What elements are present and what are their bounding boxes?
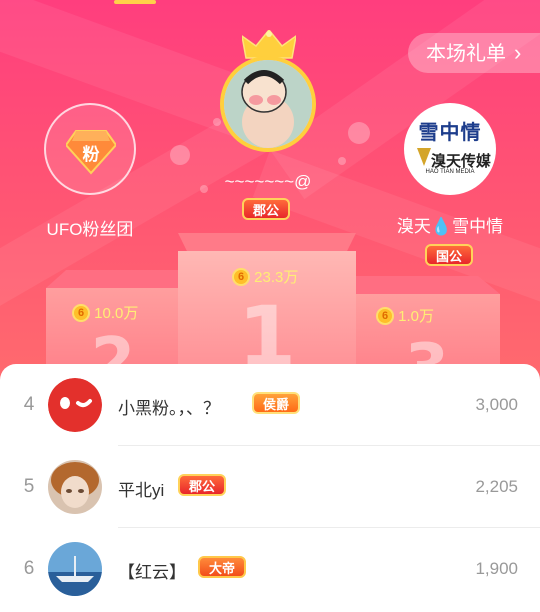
rank-number: 5 bbox=[23, 476, 35, 497]
user-name: 小黑粉。，、？ bbox=[118, 399, 220, 418]
list-item[interactable]: 5 平北yi 郡公 2,205 bbox=[0, 446, 540, 528]
top3-score: 6 1.0万 bbox=[376, 305, 434, 326]
gift-list-button[interactable]: 本场礼单 › bbox=[408, 33, 540, 73]
sea-landscape-avatar bbox=[48, 542, 102, 596]
contribution-value: 2,205 bbox=[475, 477, 518, 496]
rank-number: 4 bbox=[23, 394, 35, 415]
top3-rank-badge: 国公 bbox=[425, 244, 474, 266]
bubble-decoration bbox=[170, 145, 190, 165]
wink-face-avatar bbox=[48, 378, 102, 432]
top1-avatar[interactable] bbox=[220, 56, 316, 152]
bubble-decoration bbox=[338, 157, 346, 165]
list-item[interactable]: 6 【红云】 大帝 1,900 bbox=[0, 528, 540, 610]
doll-portrait-avatar bbox=[48, 460, 102, 514]
fan-club-avatar[interactable]: 粉 bbox=[44, 103, 136, 195]
bubble-decoration bbox=[348, 122, 370, 144]
bubble-decoration bbox=[213, 118, 221, 126]
top1-score: 6 23.3万 bbox=[232, 266, 298, 287]
avatar[interactable] bbox=[48, 542, 102, 596]
avatar[interactable] bbox=[48, 378, 102, 432]
tab-indicator bbox=[114, 0, 156, 4]
rank-badge: 大帝 bbox=[198, 556, 247, 578]
rank-badge: 侯爵 bbox=[252, 392, 301, 414]
rank-number: 6 bbox=[23, 558, 35, 579]
chevron-right-icon: › bbox=[514, 40, 522, 65]
user-name: 平北yi bbox=[118, 481, 165, 500]
gem-icon: 粉 bbox=[66, 130, 116, 175]
fan-club-name[interactable]: UFO粉丝团 bbox=[0, 215, 180, 240]
coin-icon: 6 bbox=[72, 303, 90, 322]
contribution-value: 1,900 bbox=[475, 559, 518, 578]
svg-text:粉: 粉 bbox=[83, 144, 100, 164]
cartoon-avatar-image bbox=[224, 60, 312, 148]
ranking-list: 4 小黑粉。，、？ 侯爵 3,000 5 平北yi 郡公 2,205 6 【红云… bbox=[0, 364, 540, 612]
coin-icon: 6 bbox=[232, 267, 250, 286]
top1-name[interactable]: ~~~~~~~@ bbox=[168, 172, 368, 192]
list-item[interactable]: 4 小黑粉。，、？ 侯爵 3,000 bbox=[0, 364, 540, 446]
podium-first: 1 bbox=[178, 233, 356, 380]
top1-rank-badge: 郡公 bbox=[242, 198, 291, 220]
user-name: 【红云】 bbox=[118, 563, 186, 582]
leaderboard-header: 本场礼单 › 粉 UFO粉丝团 ~~~~~~~@ 郡公 雪中情 溴天传媒 HAO… bbox=[0, 0, 540, 380]
coin-icon: 6 bbox=[376, 306, 394, 325]
avatar[interactable] bbox=[48, 460, 102, 514]
top3-avatar[interactable]: 雪中情 溴天传媒 HAO TIAN MEDIA bbox=[404, 103, 496, 195]
top2-score: 6 10.0万 bbox=[72, 302, 138, 323]
top3-name[interactable]: 溴天💧雪中情 bbox=[360, 212, 540, 237]
gift-list-label: 本场礼单 bbox=[426, 43, 506, 65]
rank-badge: 郡公 bbox=[178, 474, 227, 496]
contribution-value: 3,000 bbox=[475, 395, 518, 414]
